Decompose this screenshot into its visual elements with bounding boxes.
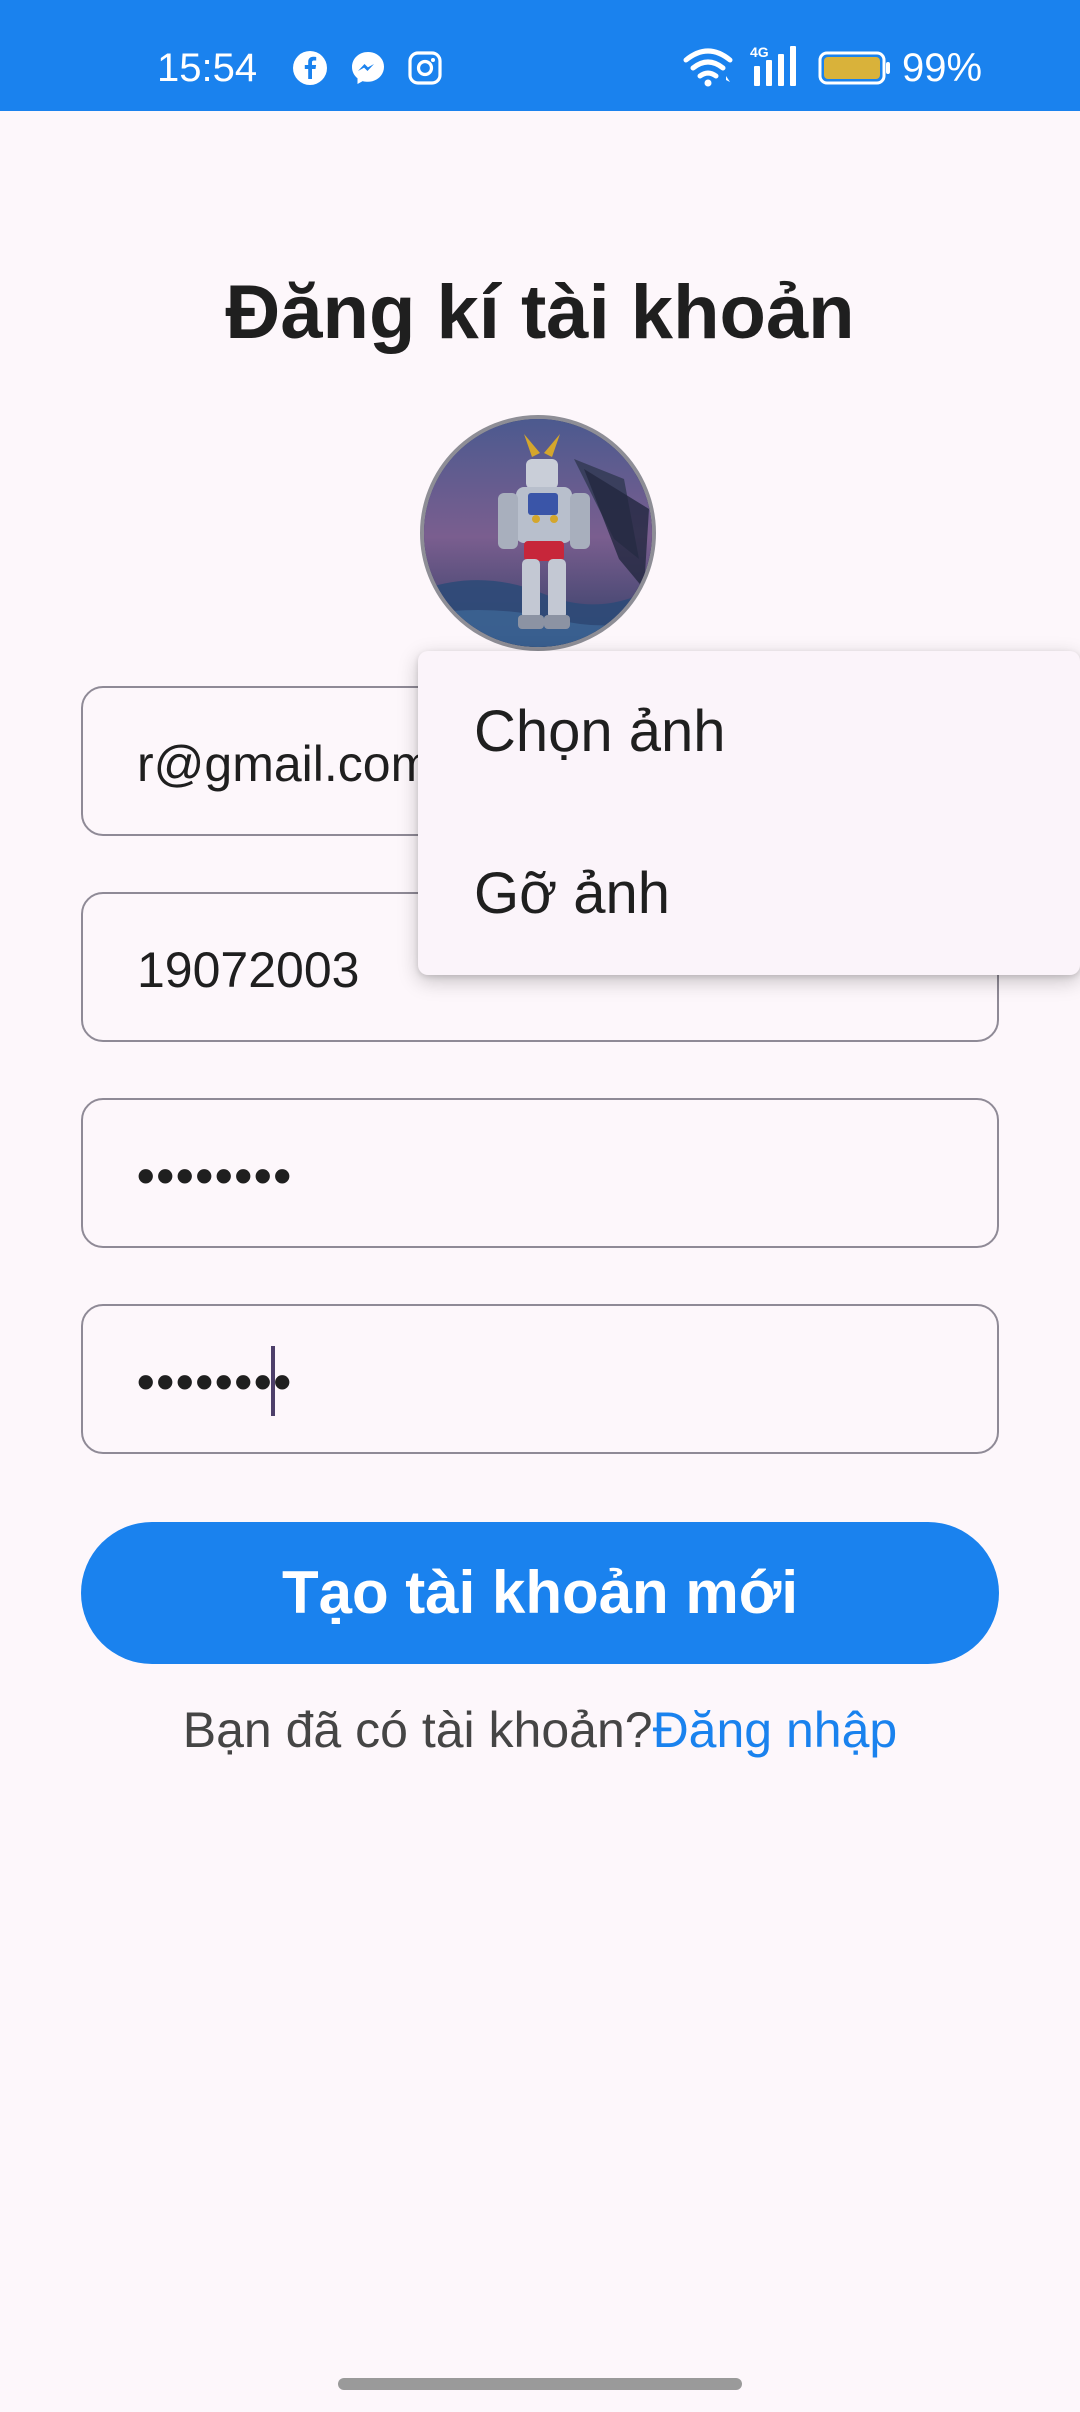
birthday-value: 19072003	[137, 942, 360, 998]
text-cursor	[271, 1346, 275, 1416]
instagram-icon	[408, 51, 442, 85]
status-bar: 15:54 4G 99%	[0, 0, 1080, 111]
email-value: r@gmail.com	[137, 736, 433, 792]
wifi-icon	[683, 48, 733, 87]
signal-4g-icon: 4G	[750, 44, 796, 86]
password-value: ••••••••	[137, 1148, 294, 1204]
menu-item-remove-photo[interactable]: Gỡ ảnh	[418, 813, 1080, 975]
avatar-popup-menu: Chọn ảnh Gỡ ảnh	[418, 651, 1080, 975]
network-label: 4G	[750, 44, 769, 60]
status-time: 15:54	[157, 46, 258, 90]
messenger-icon	[352, 52, 384, 84]
have-account-text: Bạn đã có tài khoản?	[182, 1702, 653, 1758]
confirm-password-value: ••••••••	[137, 1354, 294, 1410]
avatar[interactable]	[420, 415, 656, 651]
home-indicator[interactable]	[338, 2378, 742, 2390]
create-account-button[interactable]: Tạo tài khoản mới	[81, 1522, 999, 1664]
login-link[interactable]: Đăng nhập	[653, 1702, 898, 1758]
page-title: Đăng kí tài khoản	[225, 270, 855, 355]
battery-icon	[818, 51, 890, 85]
facebook-icon	[293, 51, 327, 85]
battery-percentage: 99%	[902, 46, 983, 90]
password-field[interactable]: ••••••••	[81, 1098, 999, 1248]
confirm-password-field[interactable]: ••••••••	[81, 1304, 999, 1454]
avatar-image	[424, 419, 652, 647]
have-account-line: Bạn đã có tài khoản?Đăng nhập	[0, 1700, 1080, 1760]
menu-item-choose-photo[interactable]: Chọn ảnh	[418, 651, 1080, 813]
